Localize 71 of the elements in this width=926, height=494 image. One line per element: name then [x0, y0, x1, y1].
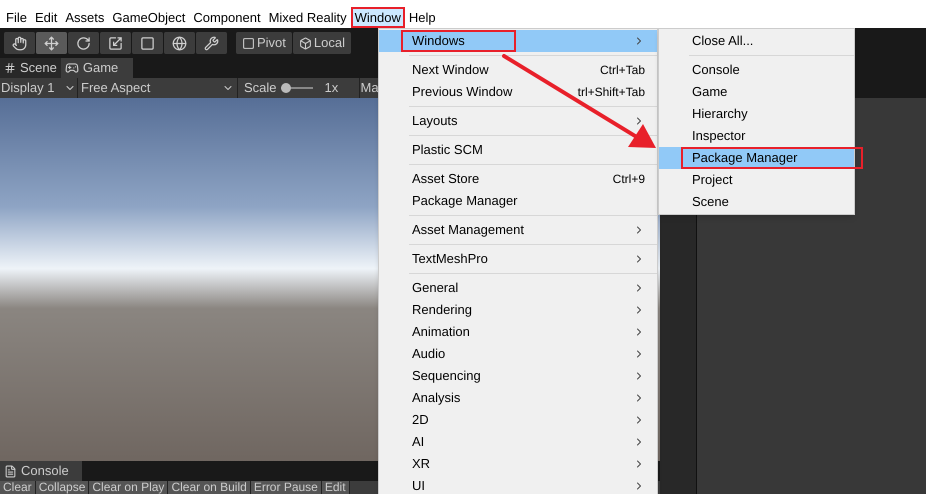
menu-item[interactable]: Layouts — [379, 110, 657, 132]
menu-item[interactable]: Analysis — [379, 387, 657, 409]
tool-button[interactable] — [4, 32, 35, 54]
menu-bar-item[interactable]: Help — [404, 7, 440, 28]
scale-value: 1x — [324, 79, 340, 98]
scale-label: Scale — [244, 79, 277, 98]
menu-item[interactable]: Animation — [379, 321, 657, 343]
menu-item[interactable]: Game — [659, 81, 854, 103]
menu-item[interactable]: Project — [659, 169, 854, 191]
menu-item[interactable]: General — [379, 277, 657, 299]
menu-bar-item[interactable]: Window — [350, 7, 405, 28]
menu-bar-item[interactable]: Mixed Reality — [264, 7, 351, 28]
tool-button[interactable] — [132, 32, 163, 54]
tool-button[interactable] — [36, 32, 67, 54]
menu-item[interactable]: Close All... — [659, 30, 854, 52]
menu-item[interactable]: Next Window Ctrl+Tab — [379, 59, 657, 81]
menu-item[interactable]: AI — [379, 431, 657, 453]
slider-thumb[interactable] — [280, 83, 291, 93]
rect-icon — [140, 36, 155, 50]
console-tab[interactable]: Console — [0, 461, 82, 481]
menu-bar-item[interactable]: Assets — [61, 7, 108, 28]
console-button[interactable]: Clear — [0, 481, 36, 494]
menu-item[interactable]: TextMeshPro — [379, 248, 657, 270]
menu-bar-item[interactable]: File — [2, 7, 31, 28]
hand-icon — [12, 36, 27, 50]
menu-item[interactable]: Plastic SCM — [379, 139, 657, 161]
globe-icon — [172, 36, 187, 50]
menu-item[interactable]: Audio — [379, 343, 657, 365]
rotate-icon — [76, 36, 91, 50]
menu-item[interactable]: Scene — [659, 191, 854, 213]
move-icon — [44, 36, 59, 50]
console-button[interactable]: Clear on Play — [89, 481, 168, 494]
menu-item[interactable]: Previous Window trl+Shift+Tab — [379, 81, 657, 103]
console-icon — [4, 464, 17, 478]
menu-item[interactable]: Console — [659, 59, 854, 81]
scale-icon — [108, 36, 123, 50]
console-button[interactable]: Edit — [322, 481, 350, 494]
console-button[interactable]: Clear on Build — [168, 481, 251, 494]
pivot-button[interactable]: Pivot — [236, 32, 292, 54]
hash-icon — [4, 62, 16, 74]
menu-item[interactable]: 2D — [379, 409, 657, 431]
shortcut-label: Ctrl+9 — [612, 171, 645, 188]
menu-item[interactable]: Hierarchy — [659, 103, 854, 125]
tool-button[interactable] — [196, 32, 227, 54]
menu-item[interactable]: UI — [379, 475, 657, 494]
menu-item[interactable]: Package Manager — [379, 190, 657, 212]
view-tab[interactable]: Game — [60, 58, 133, 78]
tool-button[interactable] — [68, 32, 99, 54]
menu-item[interactable]: Asset Store Ctrl+9 — [379, 168, 657, 190]
gamepad-icon — [64, 61, 79, 75]
local-button[interactable]: Local — [292, 32, 351, 54]
scale-slider[interactable] — [280, 82, 313, 94]
menu-item[interactable]: XR — [379, 453, 657, 475]
menu-bar-item[interactable]: GameObject — [108, 7, 190, 28]
menu-item[interactable]: Sequencing — [379, 365, 657, 387]
menu-item[interactable]: Inspector — [659, 125, 854, 147]
menu-item[interactable]: Asset Management — [379, 219, 657, 241]
console-button[interactable]: Collapse — [36, 481, 90, 494]
tool-button[interactable] — [164, 32, 195, 54]
cube-icon — [298, 36, 312, 50]
console-button[interactable]: Error Pause — [250, 481, 322, 494]
menu-bar-item[interactable]: Component — [189, 7, 265, 28]
wrench-icon — [204, 36, 219, 50]
menu-bar-item[interactable]: Edit — [30, 7, 62, 28]
menu-item[interactable]: Rendering — [379, 299, 657, 321]
shortcut-label: trl+Shift+Tab — [578, 84, 645, 101]
shortcut-label: Ctrl+Tab — [600, 62, 645, 79]
menu-item[interactable]: Windows — [379, 30, 657, 52]
pivot-icon — [242, 36, 255, 50]
tool-button[interactable] — [100, 32, 131, 54]
view-tab[interactable]: Scene — [0, 58, 61, 78]
